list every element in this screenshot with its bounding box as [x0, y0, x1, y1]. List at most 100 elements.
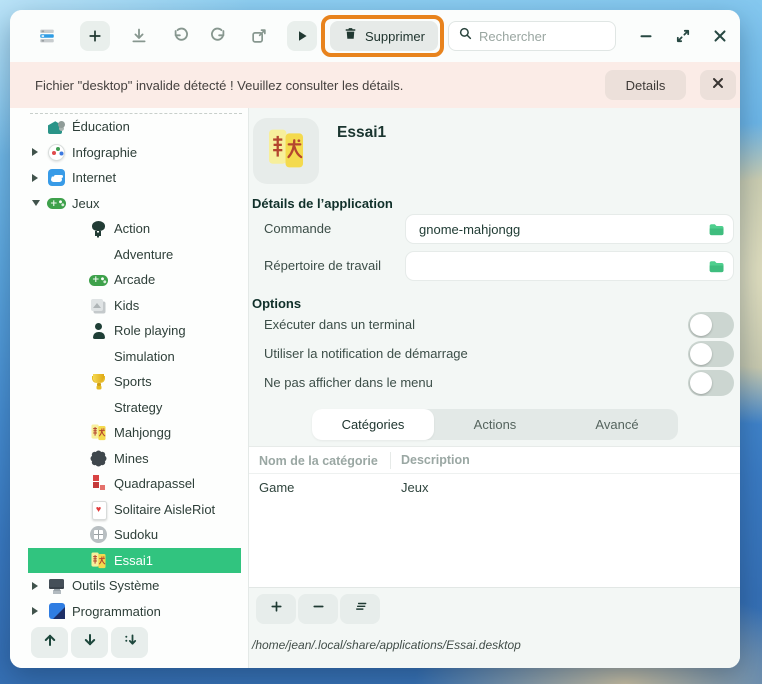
- close-icon[interactable]: [711, 27, 729, 45]
- startup-notification-toggle[interactable]: [688, 341, 734, 367]
- startup-notification-option-label: Utiliser la notification de démarrage: [264, 341, 468, 367]
- app-icon-box: [253, 118, 319, 184]
- edit-list-button[interactable]: [340, 594, 380, 624]
- minimize-icon[interactable]: [637, 27, 655, 45]
- sidebar-item-action[interactable]: Action: [28, 216, 241, 242]
- tab-avance[interactable]: Avancé: [556, 409, 678, 440]
- category-actions: [256, 594, 380, 624]
- expander-expanded-icon[interactable]: [32, 200, 40, 206]
- photo-icon: [89, 296, 108, 315]
- gamepad-icon: [47, 194, 66, 213]
- action-bomb-icon: [89, 219, 108, 238]
- mahjongg-tiles-icon: [89, 551, 108, 570]
- sidebar-item-education[interactable]: Éducation: [28, 114, 241, 140]
- sidebar-item-arcade[interactable]: Arcade: [28, 267, 241, 293]
- working-directory-field[interactable]: [405, 251, 734, 281]
- add-entry-button[interactable]: [80, 21, 110, 51]
- command-label: Commande: [264, 214, 331, 244]
- sidebar-item-kids[interactable]: Kids: [28, 293, 241, 319]
- expander-collapsed-icon[interactable]: [32, 582, 38, 590]
- sidebar-item-infographie[interactable]: Infographie: [28, 140, 241, 166]
- close-icon: [712, 76, 724, 94]
- sidebar-item-essai1[interactable]: Essai1: [28, 548, 241, 574]
- terminal-toggle[interactable]: [688, 312, 734, 338]
- toolbar: Supprimer: [10, 10, 740, 62]
- save-icon[interactable]: [130, 27, 148, 45]
- banner-close-button[interactable]: [700, 70, 736, 100]
- sidebar-item-role-playing[interactable]: Role playing: [28, 318, 241, 344]
- search-box[interactable]: [448, 21, 616, 51]
- sidebar-item-internet[interactable]: Internet: [28, 165, 241, 191]
- person-icon: [89, 321, 108, 340]
- play-icon: [294, 28, 310, 44]
- folder-browse-icon[interactable]: [708, 221, 725, 243]
- mahjongg-tiles-icon: [263, 126, 309, 177]
- redo-icon[interactable]: [209, 27, 227, 45]
- delete-button[interactable]: Supprimer: [330, 21, 438, 51]
- sidebar-item-solitaire[interactable]: Solitaire AisleRiot: [28, 497, 241, 523]
- remove-category-button[interactable]: [298, 594, 338, 624]
- mahjongg-tiles-icon: [89, 423, 108, 442]
- sidebar-item-simulation[interactable]: Simulation: [28, 344, 241, 370]
- move-down-button[interactable]: [71, 627, 108, 658]
- command-field[interactable]: [405, 214, 734, 244]
- tab-actions[interactable]: Actions: [434, 409, 556, 440]
- sidebar-item-programmation[interactable]: Programmation: [28, 599, 241, 625]
- sidebar-item-quadrapassel[interactable]: Quadrapassel: [28, 471, 241, 497]
- sidebar-item-mines[interactable]: Mines: [28, 446, 241, 472]
- tree-actions: [31, 627, 148, 658]
- working-directory-input[interactable]: [419, 252, 699, 280]
- hide-in-menu-toggle[interactable]: [688, 370, 734, 396]
- command-input[interactable]: [419, 215, 699, 243]
- run-button[interactable]: [287, 21, 317, 51]
- search-icon: [458, 26, 473, 46]
- menu-editor-window: Supprimer Fichier "desktop" invalide dét…: [10, 10, 740, 668]
- column-header-description: Description: [401, 453, 470, 467]
- sidebar-item-sudoku[interactable]: Sudoku: [28, 522, 241, 548]
- entry-detail-panel: Essai1 Détails de l’application Commande…: [248, 108, 740, 668]
- category-tree-sidebar: Éducation Infographie Internet Jeux Acti…: [10, 108, 248, 668]
- expander-collapsed-icon[interactable]: [32, 148, 38, 156]
- plus-icon: [87, 28, 103, 44]
- mine-icon: [89, 449, 108, 468]
- options-section-header: Options: [252, 296, 301, 311]
- education-icon: [47, 117, 66, 136]
- expander-collapsed-icon[interactable]: [32, 607, 38, 615]
- details-button[interactable]: Details: [605, 70, 686, 100]
- sidebar-item-mahjongg[interactable]: Mahjongg: [28, 420, 241, 446]
- expander-collapsed-icon[interactable]: [32, 174, 38, 182]
- warning-banner: Fichier "desktop" invalide détecté ! Veu…: [10, 62, 740, 108]
- internet-cloud-icon: [47, 168, 66, 187]
- entry-title: Essai1: [337, 124, 386, 142]
- add-category-button[interactable]: [256, 594, 296, 624]
- gamepad-icon: [89, 270, 108, 289]
- sidebar-item-sports[interactable]: Sports: [28, 369, 241, 395]
- table-header: Nom de la catégorie Description: [249, 447, 740, 474]
- detail-tabs: Catégories Actions Avancé: [312, 409, 678, 440]
- plus-icon: [269, 599, 284, 619]
- folder-browse-icon[interactable]: [708, 258, 725, 280]
- sidebar-item-jeux[interactable]: Jeux: [28, 191, 241, 217]
- maximize-icon[interactable]: [674, 27, 692, 45]
- sidebar-item-outils-systeme[interactable]: Outils Système: [28, 573, 241, 599]
- search-input[interactable]: [479, 29, 599, 44]
- builder-icon: [47, 602, 66, 621]
- trophy-icon: [89, 372, 108, 391]
- monitor-icon: [47, 576, 66, 595]
- open-item-icon[interactable]: [250, 27, 268, 45]
- terminal-option-label: Exécuter dans un terminal: [264, 312, 415, 338]
- table-row[interactable]: Game Jeux: [249, 474, 740, 502]
- playing-card-icon: [89, 500, 108, 519]
- arrow-up-icon: [42, 632, 58, 653]
- move-up-button[interactable]: [31, 627, 68, 658]
- tetris-blocks-icon: [89, 474, 108, 493]
- hide-in-menu-option-label: Ne pas afficher dans le menu: [264, 370, 433, 396]
- working-directory-label: Répertoire de travail: [264, 251, 381, 281]
- desktop-file-path: /home/jean/.local/share/applications/Ess…: [252, 638, 521, 652]
- sort-down-icon: [122, 632, 138, 653]
- undo-icon[interactable]: [172, 27, 190, 45]
- sidebar-item-adventure[interactable]: Adventure: [28, 242, 241, 268]
- sidebar-item-strategy[interactable]: Strategy: [28, 395, 241, 421]
- tab-categories[interactable]: Catégories: [312, 409, 434, 440]
- move-to-bottom-button[interactable]: [111, 627, 148, 658]
